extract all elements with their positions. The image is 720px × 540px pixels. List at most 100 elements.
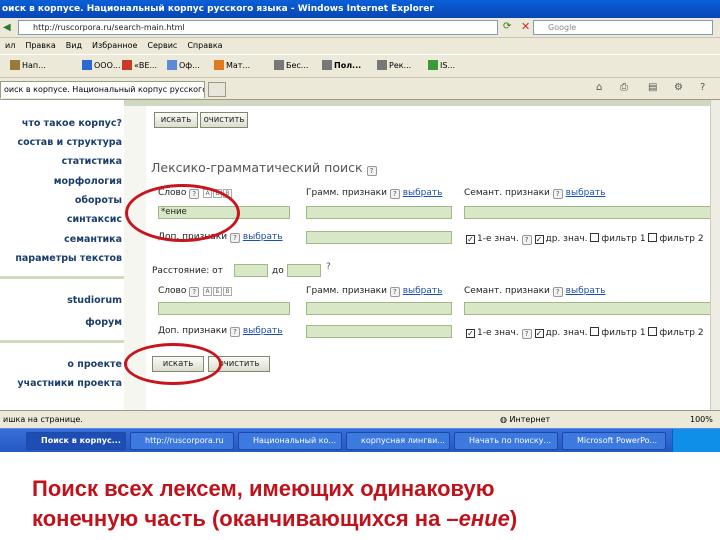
distance-from-input[interactable]: [234, 264, 268, 277]
nav-item[interactable]: о проекте: [67, 359, 122, 370]
nav-item[interactable]: параметры текстов: [15, 253, 122, 264]
checkbox-filter1[interactable]: [590, 233, 600, 242]
taskbar-item[interactable]: Национальный ко...: [238, 432, 342, 450]
page-icon: [274, 60, 284, 70]
nav-item[interactable]: обороты: [75, 195, 122, 206]
choose-gram-link-2[interactable]: выбрать: [403, 286, 443, 296]
keyboard-icon[interactable]: А: [203, 287, 213, 296]
link-item[interactable]: Пол...: [322, 60, 361, 70]
help-icon[interactable]: ?: [389, 189, 400, 199]
zoom-level[interactable]: 100%: [690, 411, 713, 428]
link-item[interactable]: ООО...: [82, 60, 121, 70]
search-button-top[interactable]: искать: [154, 112, 198, 128]
gram-label: Грамм. признаки ? выбрать: [306, 188, 443, 199]
help-icon[interactable]: ?: [366, 166, 377, 176]
link-item[interactable]: IS...: [428, 60, 455, 70]
link-item[interactable]: Мат...: [214, 60, 250, 70]
checkbox-filter2[interactable]: [648, 233, 658, 242]
search-box[interactable]: Google: [533, 20, 713, 35]
link-item[interactable]: Оф...: [167, 60, 200, 70]
taskbar: Поиск в корпус... http://ruscorpora.ru Н…: [0, 428, 720, 452]
link-item[interactable]: Рек...: [377, 60, 411, 70]
menu-tools[interactable]: Сервис: [147, 38, 177, 54]
help-icon[interactable]: ?: [552, 287, 563, 297]
system-tray: [672, 429, 720, 452]
gram-input[interactable]: [306, 206, 452, 219]
checkbox-filter1-2[interactable]: [590, 327, 600, 336]
checkbox-first-meaning-2[interactable]: ✓: [466, 329, 475, 338]
link-item[interactable]: Бес...: [274, 60, 308, 70]
keyboard-icon[interactable]: В: [223, 287, 233, 296]
help-icon[interactable]: ?: [229, 233, 240, 243]
sem-label-2: Семант. признаки ? выбрать: [464, 286, 606, 297]
sem-label: Семант. признаки ? выбрать: [464, 188, 606, 199]
checkbox-other-meanings[interactable]: ✓: [534, 235, 544, 244]
nav-item[interactable]: состав и структура: [18, 137, 122, 148]
refresh-icon[interactable]: ⟳: [503, 21, 511, 32]
link-item[interactable]: «ВЕ...: [122, 60, 157, 70]
page-menu-icon[interactable]: ▤: [648, 82, 657, 93]
sem-options: ✓ 1-е знач. ? ✓ др. знач. фильтр 1 фильтр …: [466, 233, 704, 245]
help-icon[interactable]: ?: [189, 287, 200, 297]
nav-item[interactable]: что такое корпус?: [22, 118, 122, 129]
word-label-2: Слово ? АБВ: [158, 286, 233, 297]
word-input-2[interactable]: [158, 302, 290, 315]
nav-item[interactable]: studiorum: [67, 295, 122, 306]
print-icon[interactable]: ⎙: [620, 82, 628, 93]
menu-bar: ил Правка Вид Избранное Сервис Справка: [0, 38, 720, 54]
nav-divider: [0, 276, 124, 279]
distance-to-input[interactable]: [287, 264, 321, 277]
home-icon[interactable]: ⌂: [596, 82, 602, 93]
taskbar-item[interactable]: Начать по поиску...: [454, 432, 558, 450]
menu-file[interactable]: ил: [5, 38, 15, 54]
help-icon[interactable]: ?: [521, 235, 532, 245]
address-field[interactable]: http://ruscorpora.ru/search-main.html: [18, 20, 498, 35]
clear-button-top[interactable]: очистить: [200, 112, 248, 128]
help-icon[interactable]: ?: [229, 327, 240, 337]
tab-active[interactable]: оиск в корпусе. Национальный корпус русс…: [0, 81, 205, 98]
choose-extra-link[interactable]: выбрать: [243, 232, 283, 242]
menu-view[interactable]: Вид: [66, 38, 82, 54]
checkbox-other-meanings-2[interactable]: ✓: [534, 329, 544, 338]
link-item[interactable]: Нап...: [10, 60, 46, 70]
menu-help[interactable]: Справка: [187, 38, 222, 54]
taskbar-item[interactable]: Поиск в корпус...: [26, 432, 126, 450]
taskbar-item[interactable]: корпусная лингви...: [346, 432, 450, 450]
nav-item[interactable]: семантика: [64, 234, 122, 245]
nav-item[interactable]: морфология: [54, 176, 122, 187]
help-icon[interactable]: ?: [521, 329, 532, 339]
nav-item[interactable]: форум: [85, 317, 122, 328]
choose-sem-link[interactable]: выбрать: [566, 188, 606, 198]
gram-input-2[interactable]: [306, 302, 452, 315]
search-form: искать очистить Лексико-грамматический п…: [148, 100, 720, 410]
help-icon[interactable]: ?: [326, 262, 331, 272]
help-icon[interactable]: ?: [700, 82, 705, 93]
help-icon[interactable]: ?: [552, 189, 563, 199]
page-icon: [377, 60, 387, 70]
taskbar-item[interactable]: http://ruscorpora.ru: [130, 432, 234, 450]
back-icon[interactable]: ◀: [3, 22, 11, 33]
tabs-bar: оиск в корпусе. Национальный корпус русс…: [0, 78, 720, 100]
sem-input[interactable]: [464, 206, 720, 219]
keyboard-icon[interactable]: Б: [213, 287, 223, 296]
extra-input[interactable]: [306, 231, 452, 244]
tools-icon[interactable]: ⚙: [674, 82, 683, 93]
nav-item[interactable]: участники проекта: [17, 378, 122, 389]
new-tab-button[interactable]: [208, 82, 226, 97]
choose-sem-link-2[interactable]: выбрать: [566, 286, 606, 296]
choose-extra-link-2[interactable]: выбрать: [243, 326, 283, 336]
nav-item[interactable]: синтаксис: [67, 214, 122, 225]
scrollbar[interactable]: [710, 100, 720, 410]
page-icon: [167, 60, 177, 70]
stop-icon[interactable]: ✕: [521, 20, 530, 33]
menu-edit[interactable]: Правка: [25, 38, 55, 54]
checkbox-first-meaning[interactable]: ✓: [466, 235, 475, 244]
nav-item[interactable]: статистика: [62, 156, 122, 167]
sem-input-2[interactable]: [464, 302, 720, 315]
taskbar-item[interactable]: Microsoft PowerPo...: [562, 432, 666, 450]
menu-favorites[interactable]: Избранное: [92, 38, 137, 54]
checkbox-filter2-2[interactable]: [648, 327, 658, 336]
help-icon[interactable]: ?: [389, 287, 400, 297]
extra-input-2[interactable]: [306, 325, 452, 338]
choose-gram-link[interactable]: выбрать: [403, 188, 443, 198]
